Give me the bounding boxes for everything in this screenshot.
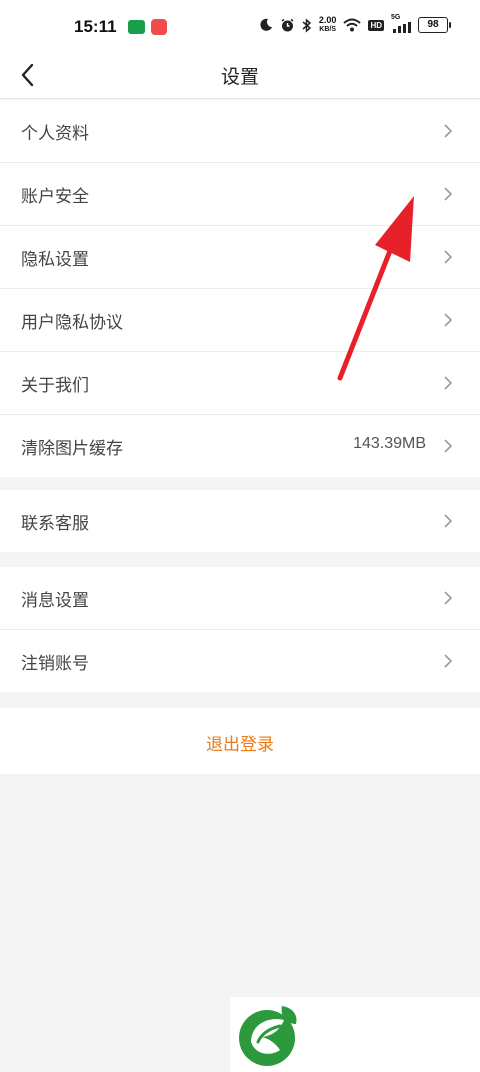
settings-item-label: 隐私设置 (21, 250, 89, 270)
network-speed: 2.00 KB/S (319, 16, 337, 34)
settings-item-label: 个人资料 (21, 124, 89, 144)
network-speed-unit: KB/S (319, 26, 337, 33)
signal-5g-label: 5G (391, 14, 401, 21)
chevron-right-icon (444, 654, 453, 668)
header: 设置 (0, 52, 480, 99)
battery-indicator: 98 (418, 17, 451, 33)
page-title: 设置 (220, 66, 259, 88)
settings-item-contact-support[interactable]: 联系客服 (0, 490, 480, 552)
settings-item-account-security[interactable]: 账户安全 (0, 163, 480, 226)
settings-item-label: 联系客服 (21, 514, 89, 534)
chevron-right-icon (444, 376, 453, 390)
status-bar: 15:11 2.00 KB/S HD 5G 98 (0, 0, 480, 52)
chevron-right-icon (444, 591, 453, 605)
settings-item-label: 账户安全 (21, 187, 89, 207)
chevron-right-icon (444, 124, 453, 138)
signal-indicator: 5G (391, 14, 411, 33)
moon-icon (260, 18, 272, 31)
status-indicators: 2.00 KB/S HD 5G 98 (259, 14, 451, 34)
settings-item-profile[interactable]: 个人资料 (0, 100, 480, 163)
hd-badge: HD (368, 19, 384, 31)
signal-bars-icon (393, 22, 411, 33)
settings-group-main: 个人资料 账户安全 隐私设置 用户隐私协议 关于我们 清除图片缓存 143.39… (0, 100, 480, 477)
settings-item-label: 用户隐私协议 (21, 313, 123, 333)
cache-size-value: 143.39MB (353, 435, 426, 452)
settings-item-label: 关于我们 (21, 376, 89, 396)
settings-group-account: 消息设置 注销账号 (0, 567, 480, 692)
settings-item-label: 注销账号 (21, 654, 89, 674)
leaf-logo-icon (239, 1006, 297, 1066)
shopping-app-notification-icon (151, 19, 167, 35)
wifi-icon (343, 18, 362, 32)
settings-item-privacy-settings[interactable]: 隐私设置 (0, 226, 480, 289)
chevron-right-icon (444, 439, 453, 453)
app-logo-box (230, 997, 480, 1072)
app-notification-icon (128, 20, 145, 34)
alarm-icon (281, 18, 294, 31)
settings-item-delete-account[interactable]: 注销账号 (0, 630, 480, 692)
settings-group-support: 联系客服 (0, 490, 480, 552)
chevron-right-icon (444, 250, 453, 264)
bluetooth-icon (302, 17, 312, 33)
chevron-right-icon (444, 514, 453, 528)
settings-item-about-us[interactable]: 关于我们 (0, 352, 480, 415)
settings-item-clear-image-cache[interactable]: 清除图片缓存 143.39MB (0, 415, 480, 477)
settings-item-label: 清除图片缓存 (21, 439, 123, 459)
logout-button[interactable]: 退出登录 (0, 708, 480, 774)
chevron-right-icon (444, 187, 453, 201)
logout-label: 退出登录 (206, 735, 274, 755)
status-time: 15:11 (74, 17, 117, 36)
settings-item-privacy-policy[interactable]: 用户隐私协议 (0, 289, 480, 352)
network-speed-value: 2.00 (318, 15, 337, 25)
settings-item-label: 消息设置 (21, 591, 89, 611)
settings-item-message-settings[interactable]: 消息设置 (0, 567, 480, 630)
chevron-right-icon (444, 313, 453, 327)
